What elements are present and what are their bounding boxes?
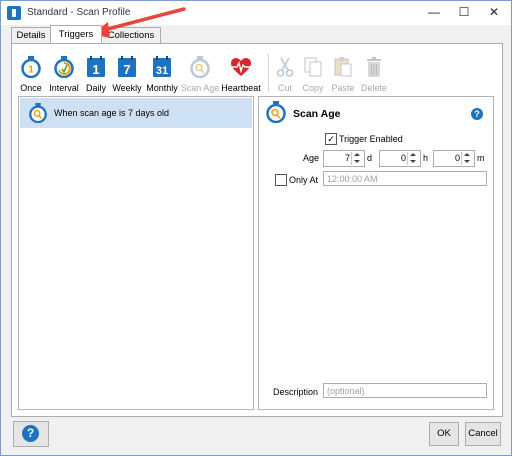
daily-button[interactable]: 1 Daily <box>82 52 110 94</box>
detail-title: Scan Age <box>293 108 341 120</box>
minutes-value: 0 <box>454 153 460 163</box>
stopwatch-once-icon: 1 <box>21 56 41 78</box>
svg-text:7: 7 <box>123 62 130 77</box>
scan-profile-window: Standard - Scan Profile — ☐ ✕ Details Tr… <box>0 0 512 456</box>
toolbar-separator <box>268 54 269 92</box>
paste-label: Paste <box>331 83 355 93</box>
tab-triggers[interactable]: Triggers <box>50 25 102 43</box>
copy-button[interactable]: Copy <box>298 52 328 94</box>
days-spin-arrows[interactable] <box>351 152 363 165</box>
calendar-monthly-icon: 31 <box>153 56 171 77</box>
once-button[interactable]: 1 Once <box>16 52 46 94</box>
age-label: Age <box>303 153 320 163</box>
hours-spin-arrows[interactable] <box>407 152 419 165</box>
hours-stepper[interactable]: 0 <box>379 150 421 167</box>
days-value: 7 <box>344 153 350 163</box>
trigger-enabled-label: Trigger Enabled <box>339 134 403 144</box>
scissors-icon <box>276 57 294 77</box>
interval-button[interactable]: Interval <box>46 52 82 94</box>
close-button[interactable]: ✕ <box>479 1 509 25</box>
svg-text:31: 31 <box>156 65 168 77</box>
only-at-label: Only At <box>289 175 319 185</box>
stopwatch-interval-icon <box>54 56 74 78</box>
weekly-label: Weekly <box>112 83 142 93</box>
heartbeat-icon <box>231 58 251 76</box>
hours-unit: h <box>423 153 429 163</box>
description-label: Description <box>273 387 319 397</box>
app-icon <box>7 6 21 20</box>
tab-collections[interactable]: Collections <box>101 27 161 43</box>
trigger-details: Scan Age ? ✓ Trigger Enabled Age 7 d 0 h… <box>258 96 494 410</box>
cut-button[interactable]: Cut <box>272 52 298 94</box>
help-button[interactable]: ? <box>13 421 49 447</box>
heartbeat-label: Heartbeat <box>221 83 261 93</box>
window-title: Standard - Scan Profile <box>27 7 131 18</box>
copy-label: Copy <box>302 83 324 93</box>
daily-label: Daily <box>85 83 106 93</box>
tab-details[interactable]: Details <box>11 27 51 43</box>
scan-age-button[interactable]: Scan Age <box>180 52 220 94</box>
scan-age-icon <box>190 56 210 78</box>
once-label: Once <box>20 83 42 93</box>
calendar-daily-icon: 1 <box>87 56 105 77</box>
minimize-button[interactable]: — <box>419 1 449 25</box>
cut-label: Cut <box>277 83 292 93</box>
maximize-button[interactable]: ☐ <box>449 1 479 25</box>
calendar-weekly-icon: 7 <box>118 56 136 77</box>
cancel-button[interactable]: Cancel <box>465 422 501 446</box>
title-bar[interactable]: Standard - Scan Profile — ☐ ✕ <box>1 1 511 25</box>
list-item[interactable]: When scan age is 7 days old <box>20 98 252 128</box>
monthly-label: Monthly <box>146 83 178 93</box>
paste-button[interactable]: Paste <box>328 52 358 94</box>
scan-age-icon <box>266 101 286 123</box>
only-at-checkbox[interactable] <box>275 174 287 186</box>
monthly-button[interactable]: 31 Monthly <box>144 52 180 94</box>
days-unit: d <box>367 153 373 163</box>
trash-icon <box>367 57 381 77</box>
scan-age-label: Scan Age <box>180 83 220 93</box>
ok-button[interactable]: OK <box>429 422 459 446</box>
interval-label: Interval <box>49 83 79 93</box>
delete-button[interactable]: Delete <box>358 52 390 94</box>
minutes-unit: m <box>477 153 485 163</box>
help-icon: ? <box>22 425 39 442</box>
hours-value: 0 <box>400 153 406 163</box>
trigger-enabled-checkbox[interactable]: ✓ <box>325 133 337 145</box>
help-icon[interactable]: ? <box>471 108 483 120</box>
triggers-tab-content: 1 Once Interval 1 Daily 7 Weekly 31 Mont… <box>11 43 503 417</box>
weekly-button[interactable]: 7 Weekly <box>110 52 144 94</box>
copy-icon <box>304 57 322 77</box>
minutes-stepper[interactable]: 0 <box>433 150 475 167</box>
only-at-time-field[interactable]: 12:00:00 AM <box>323 171 487 186</box>
paste-icon <box>334 57 352 77</box>
description-field[interactable]: (optional) <box>323 383 487 398</box>
list-item-label: When scan age is 7 days old <box>54 108 170 118</box>
scan-age-icon <box>29 103 47 123</box>
delete-label: Delete <box>360 83 387 93</box>
minutes-spin-arrows[interactable] <box>461 152 473 165</box>
heartbeat-button[interactable]: Heartbeat <box>220 52 262 94</box>
days-stepper[interactable]: 7 <box>323 150 365 167</box>
svg-text:1: 1 <box>92 62 99 77</box>
trigger-list[interactable]: When scan age is 7 days old <box>18 96 254 410</box>
svg-text:1: 1 <box>28 65 34 76</box>
